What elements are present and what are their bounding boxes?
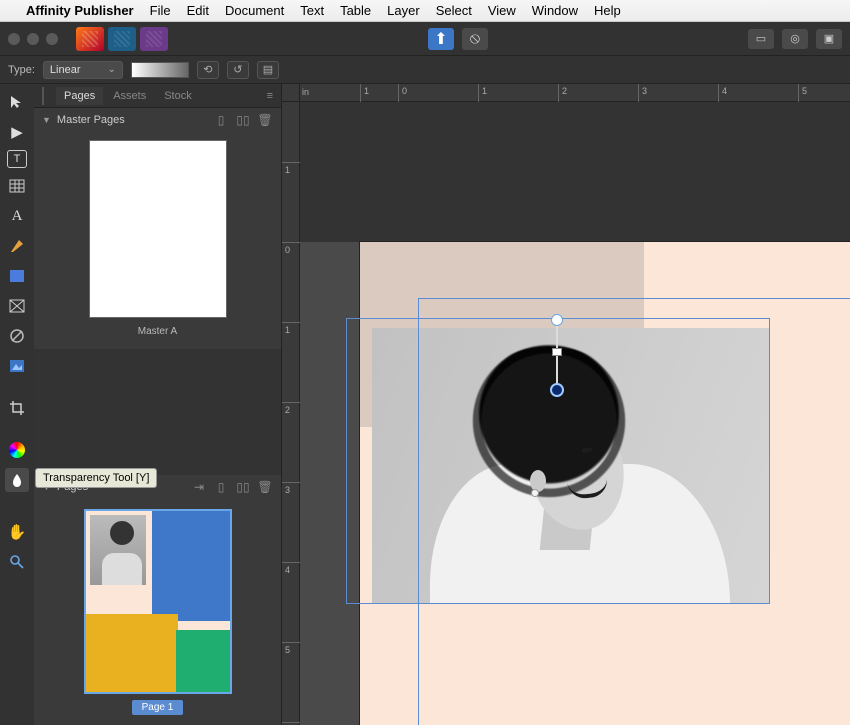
delete-page-icon[interactable]: 🗑 <box>257 479 273 495</box>
transparency-tool[interactable]: Transparency Tool [Y] <box>5 468 29 492</box>
pages-options-icon[interactable]: ⇥ <box>191 479 207 495</box>
window-titlebar: ⬆ ⦸ ▭ ◎ ▣ <box>0 22 850 56</box>
page-1-label: Page 1 <box>132 700 184 715</box>
macos-menubar: Affinity Publisher File Edit Document Te… <box>0 0 850 22</box>
picture-frame-tool[interactable] <box>5 294 29 318</box>
app-window: ⬆ ⦸ ▭ ◎ ▣ Type: Linear ⟲ ↺ ▤ ▶ T A <box>0 22 850 725</box>
gradient-options-button[interactable]: ▤ <box>257 61 279 79</box>
view-mode-preview-icon[interactable]: ▣ <box>816 29 842 49</box>
artistic-text-tool[interactable]: A <box>5 204 29 228</box>
menu-table[interactable]: Table <box>340 3 371 18</box>
menu-file[interactable]: File <box>150 3 171 18</box>
collapse-icon: ▼ <box>42 115 51 125</box>
preflight-upload-icon[interactable]: ⬆ <box>428 28 454 50</box>
menu-text[interactable]: Text <box>300 3 324 18</box>
master-page-label: Master A <box>138 326 177 337</box>
tab-assets[interactable]: Assets <box>105 87 154 105</box>
selection-bounding-box[interactable] <box>346 318 770 604</box>
window-controls <box>8 33 58 45</box>
vertical-ruler[interactable]: 1 0 1 2 3 4 5 6 <box>282 84 300 725</box>
horizontal-ruler[interactable]: in 1 0 1 2 3 4 5 6 <box>300 84 850 102</box>
panel-drag-handle[interactable] <box>42 87 48 105</box>
fill-tool[interactable] <box>5 324 29 348</box>
gradient-type-dropdown[interactable]: Linear <box>43 61 123 79</box>
app-name[interactable]: Affinity Publisher <box>26 3 134 18</box>
gradient-midpoint-node[interactable] <box>552 348 562 356</box>
node-tool[interactable]: ▶ <box>5 120 29 144</box>
table-tool[interactable] <box>5 174 29 198</box>
zoom-tool[interactable] <box>5 550 29 574</box>
gradient-start-node[interactable] <box>551 314 563 326</box>
ruler-unit: in <box>302 87 309 97</box>
tool-separator <box>5 384 29 390</box>
color-picker-tool[interactable] <box>5 438 29 462</box>
gradient-swatch[interactable] <box>131 62 189 78</box>
type-label: Type: <box>8 64 35 76</box>
menu-document[interactable]: Document <box>225 3 284 18</box>
view-mode-normal-icon[interactable]: ▭ <box>748 29 774 49</box>
menu-layer[interactable]: Layer <box>387 3 420 18</box>
tab-pages[interactable]: Pages <box>56 87 103 105</box>
single-page-view-icon[interactable]: ▯ <box>213 112 229 128</box>
view-pan-tool[interactable]: ✋ <box>5 520 29 544</box>
transparency-tool-tooltip: Transparency Tool [Y] <box>35 468 157 488</box>
master-page-thumbnail[interactable] <box>89 140 227 318</box>
persona-switcher <box>76 27 168 51</box>
menu-select[interactable]: Select <box>436 3 472 18</box>
context-toolbar: Type: Linear ⟲ ↺ ▤ <box>0 56 850 84</box>
close-window-button[interactable] <box>8 33 20 45</box>
publisher-persona-tab[interactable] <box>76 27 104 51</box>
document-canvas[interactable]: 1 0 1 2 3 4 5 6 in 1 0 1 2 3 4 5 6 <box>282 84 850 725</box>
frame-text-tool[interactable]: T <box>7 150 27 168</box>
gradient-end-node[interactable] <box>550 383 564 397</box>
add-spread-icon[interactable]: ▯▯ <box>235 479 251 495</box>
tab-stock[interactable]: Stock <box>156 87 200 105</box>
zoom-window-button[interactable] <box>46 33 58 45</box>
move-tool[interactable] <box>5 90 29 114</box>
ruler-origin[interactable] <box>282 84 300 102</box>
view-mode-split-icon[interactable]: ◎ <box>782 29 808 49</box>
delete-master-icon[interactable]: 🗑 <box>257 112 273 128</box>
pages-panel: Pages Assets Stock ≡ ▼ Master Pages ▯ ▯▯… <box>34 84 282 725</box>
tool-separator <box>5 426 29 432</box>
photo-persona-tab[interactable] <box>140 27 168 51</box>
master-pages-header[interactable]: ▼ Master Pages ▯ ▯▯ 🗑 <box>34 108 281 132</box>
facing-pages-view-icon[interactable]: ▯▯ <box>235 112 251 128</box>
tool-separator <box>5 498 29 514</box>
tools-panel: ▶ T A Transparency Tool [Y] ✋ <box>0 84 34 725</box>
pen-tool[interactable] <box>5 234 29 258</box>
designer-persona-tab[interactable] <box>108 27 136 51</box>
menu-window[interactable]: Window <box>532 3 578 18</box>
panel-tab-row: Pages Assets Stock ≡ <box>34 84 281 108</box>
rectangle-tool[interactable] <box>5 264 29 288</box>
master-pages-label: Master Pages <box>57 114 125 126</box>
page-1-thumbnail[interactable] <box>84 509 232 694</box>
panel-menu-icon[interactable]: ≡ <box>267 90 281 102</box>
add-page-icon[interactable]: ▯ <box>213 479 229 495</box>
menu-view[interactable]: View <box>488 3 516 18</box>
transparency-gradient-handle[interactable] <box>556 320 558 390</box>
rotate-gradient-button[interactable]: ↺ <box>227 61 249 79</box>
place-image-tool[interactable] <box>5 354 29 378</box>
reverse-gradient-button[interactable]: ⟲ <box>197 61 219 79</box>
preflight-status-icon[interactable]: ⦸ <box>462 28 488 50</box>
vector-crop-tool[interactable] <box>5 396 29 420</box>
menu-edit[interactable]: Edit <box>187 3 209 18</box>
minimize-window-button[interactable] <box>27 33 39 45</box>
menu-help[interactable]: Help <box>594 3 621 18</box>
